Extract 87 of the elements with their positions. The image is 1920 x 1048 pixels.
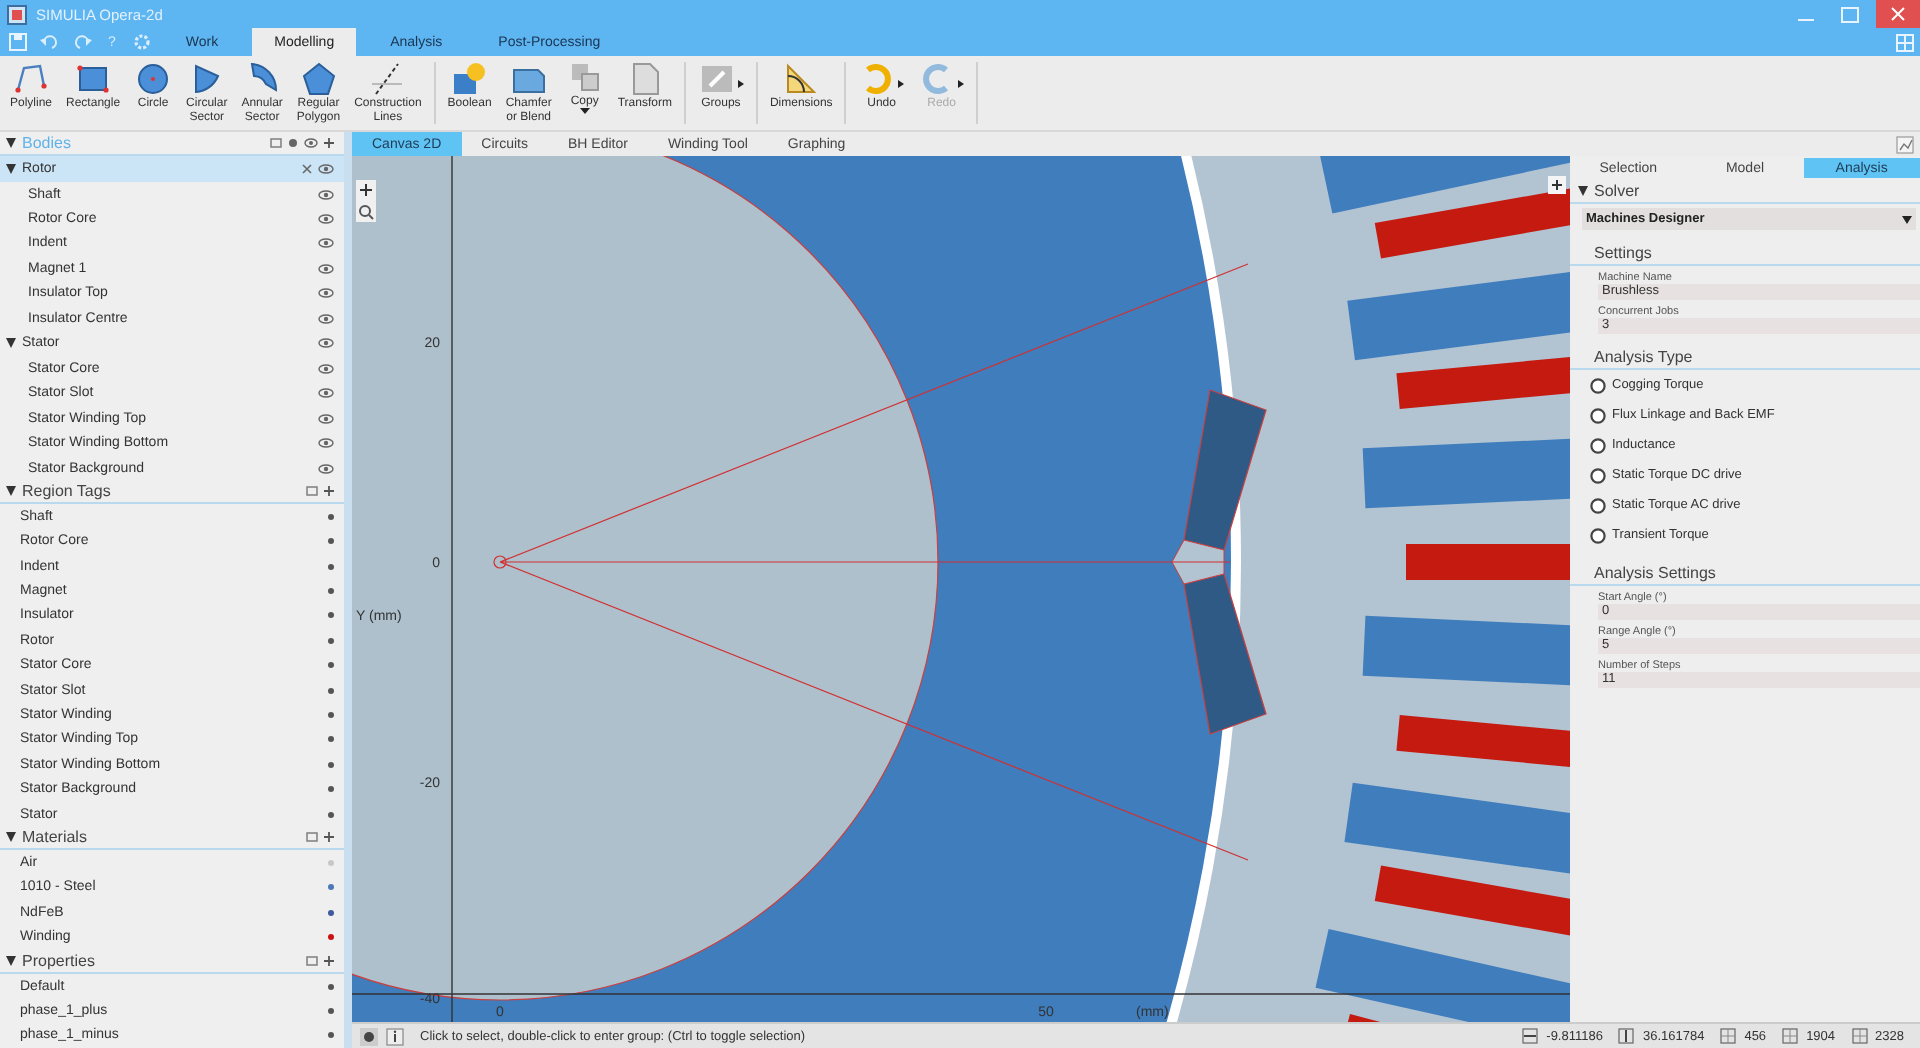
expand-triangle-icon[interactable] [6,338,16,349]
radio-button[interactable] [1590,407,1606,423]
expand-triangle-icon [1578,185,1588,195]
eye-icon[interactable] [318,238,334,249]
plus-icon[interactable] [324,955,334,966]
expand-triangle-icon [6,955,16,966]
plus-icon[interactable] [1548,176,1566,194]
eye-icon[interactable] [318,214,334,225]
plus-icon[interactable] [324,486,334,497]
app-icon [6,3,28,25]
eye-icon[interactable] [318,288,334,299]
zoom-icon[interactable] [358,204,374,220]
mesh-count-icon [1782,1028,1799,1044]
circle-icon [134,60,173,98]
mesh-count-icon [1720,1028,1737,1044]
color-dot-icon [328,1007,334,1014]
dashed-line-icon [368,60,407,98]
gear-icon[interactable] [288,138,298,148]
chart-icon[interactable] [1896,135,1914,153]
color-dot-icon [328,612,334,619]
color-dot-icon [328,637,334,644]
y-coordinate-icon [1618,1028,1635,1044]
section-title: Region Tags [22,482,111,501]
section-title: Solver [1594,181,1640,199]
groups-icon [697,60,736,98]
color-dot-icon [328,811,334,818]
rectangle-icon [74,60,113,98]
polyline-icon [12,60,50,98]
cube-sphere-icon [450,60,489,98]
plus-icon[interactable] [358,182,374,198]
info-icon[interactable] [386,1027,404,1045]
eye-icon[interactable] [318,313,334,324]
section-heading: Analysis Type [1570,334,1920,370]
color-dot-icon [328,1032,334,1039]
eye-icon[interactable] [318,338,334,349]
section-header[interactable]: Solver [1570,178,1920,204]
color-dot-icon [328,563,334,570]
color-dot-icon [328,588,334,595]
color-dot-icon [328,712,334,719]
plus-icon[interactable] [324,138,334,148]
mesh-count-icon [1851,1028,1868,1044]
square-icon[interactable] [270,138,282,148]
eye-icon[interactable] [318,263,334,274]
eye-icon[interactable] [318,413,334,424]
expand-triangle-icon [6,486,16,497]
section-title: Materials [22,828,87,847]
radio-button[interactable] [1590,497,1606,513]
eye-icon[interactable] [318,163,334,174]
section-title: Properties [22,951,95,970]
select-mode-icon[interactable] [360,1027,378,1045]
color-dot-icon [328,513,334,520]
expand-triangle-icon [6,138,16,148]
eye-icon[interactable] [318,463,334,473]
expand-triangle-icon [6,832,16,843]
color-dot-icon [328,736,334,743]
section-header[interactable]: Properties [0,949,344,974]
color-dot-icon [328,786,334,793]
radio-button[interactable] [1590,437,1606,453]
color-dot-icon [328,538,334,545]
caret-icon [1902,215,1912,223]
section-header[interactable]: Region Tags [0,480,344,505]
eye-icon[interactable] [304,138,318,148]
eye-icon[interactable] [318,189,334,200]
expand-triangle-icon[interactable] [6,163,16,174]
color-dot-icon [328,761,334,768]
square-icon[interactable] [306,486,318,497]
radio-button[interactable] [1590,527,1606,543]
radio-button[interactable] [1590,377,1606,393]
eye-icon[interactable] [318,388,334,399]
close-icon[interactable] [1876,0,1920,28]
square-icon[interactable] [306,955,318,966]
color-dot-icon [328,687,334,694]
color-dot-icon [328,983,334,990]
section-heading: Settings [1570,230,1920,266]
eye-icon[interactable] [318,438,334,449]
plus-icon[interactable] [324,832,334,843]
square-icon[interactable] [306,832,318,843]
section-heading: Analysis Settings [1570,550,1920,586]
eye-icon[interactable] [318,363,334,374]
pentagon-icon [299,60,338,98]
protractor-icon [782,60,821,98]
section-title: Bodies [22,134,71,152]
cross-icon[interactable] [302,163,312,174]
x-coordinate-icon [1522,1028,1539,1044]
section-header[interactable]: Materials [0,826,344,851]
color-dot-icon [328,662,334,669]
radio-button[interactable] [1590,467,1606,483]
